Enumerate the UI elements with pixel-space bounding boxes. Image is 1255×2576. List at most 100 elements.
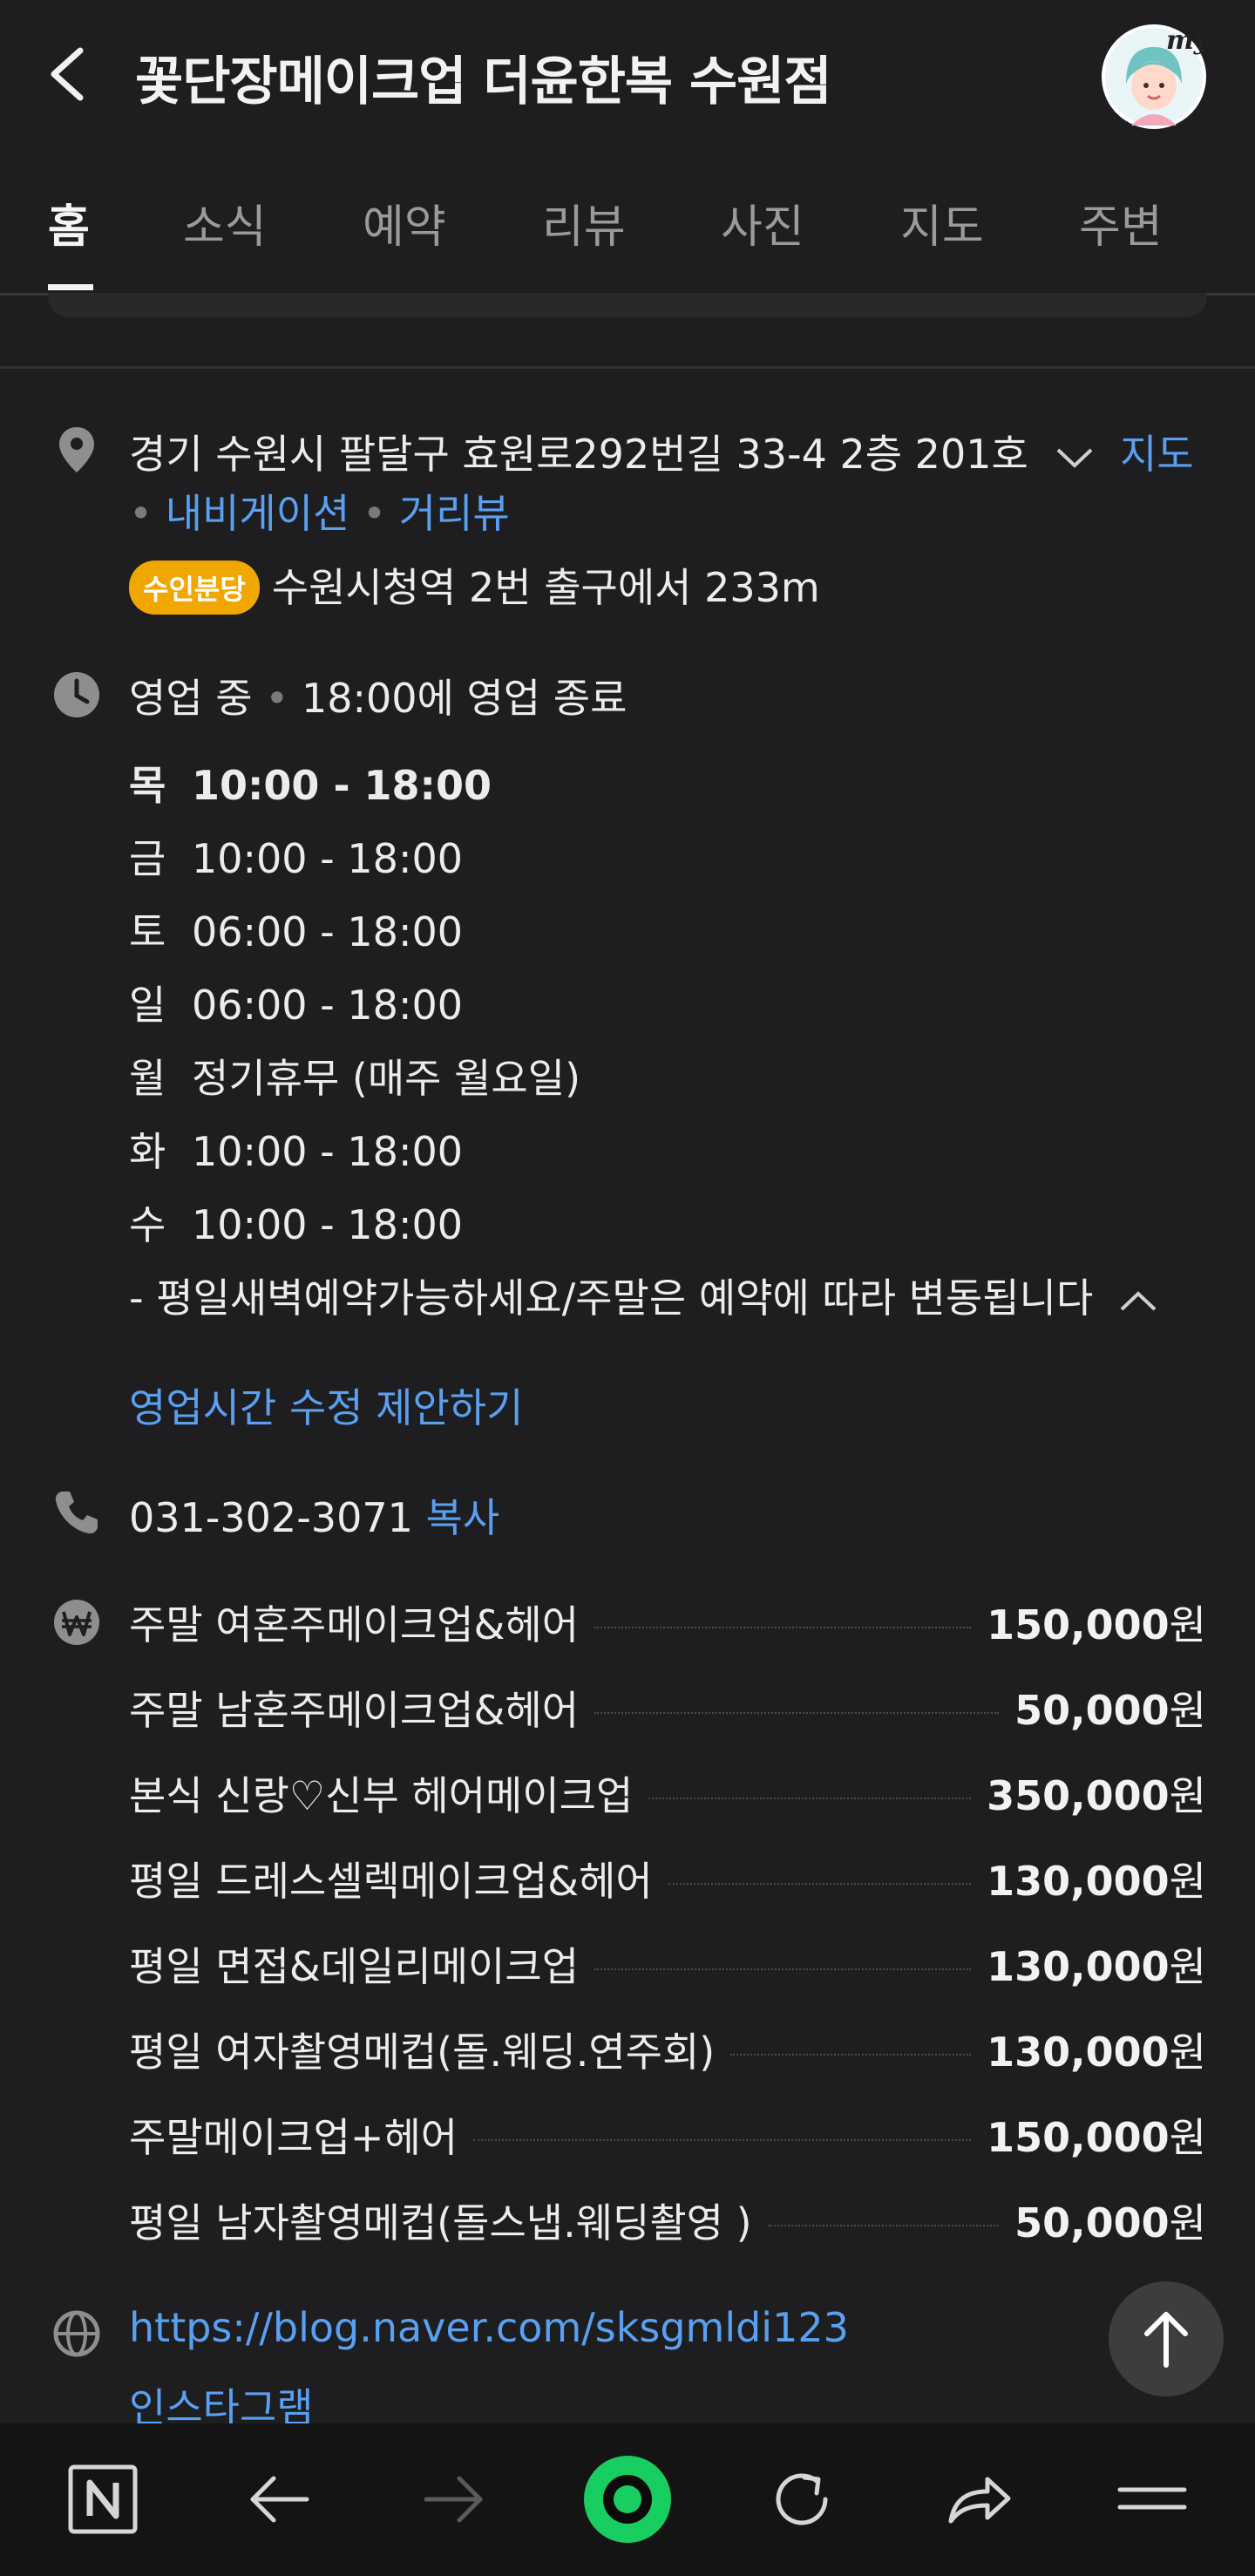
hours-row: 금 10:00 - 18:00 [129, 827, 463, 885]
chevron-down-icon[interactable] [1055, 445, 1095, 471]
address-row: 경기 수원시 팔달구 효원로292번길 33-4 2층 201호 지도 [129, 423, 1194, 480]
menu-item: 평일 남자촬영메컵(돌스냅.웨딩촬영 ) 50,000원 [129, 2192, 1206, 2248]
day-hours: 06:00 - 18:00 [192, 982, 463, 1029]
day-label: 월 [129, 1055, 166, 1102]
dotted-leader [767, 2225, 1000, 2226]
suggest-hours-edit-link[interactable]: 영업시간 수정 제안하기 [129, 1376, 523, 1434]
menu-item-name: 본식 신랑♡신부 헤어메이크업 [129, 1772, 634, 1819]
scroll-to-top-button[interactable] [1109, 2281, 1224, 2396]
subway-line-badge: 수인분당 [129, 560, 260, 615]
menu-item: 평일 면접&데일리메이크업 130,000원 [129, 1936, 1206, 1992]
dotted-leader [648, 1798, 972, 1799]
station-distance: 수원시청역 2번 출구에서 233m [271, 564, 820, 611]
station-row: 수인분당 수원시청역 2번 출구에서 233m [129, 556, 820, 618]
day-label: 일 [129, 982, 166, 1029]
copy-phone-button[interactable]: 복사 [426, 1494, 500, 1541]
tab-map[interactable]: 지도 [900, 190, 984, 255]
menu-item: 주말 남혼주메이크업&헤어 50,000원 [129, 1680, 1206, 1736]
day-label: 수 [129, 1201, 166, 1248]
map-link[interactable]: 지도 [1120, 431, 1194, 478]
menu-item-price: 350,000원 [987, 1772, 1206, 1819]
naver-home-icon[interactable] [64, 2460, 142, 2539]
tab-nearby[interactable]: 주변 [1079, 190, 1163, 255]
menu-item-name: 평일 여자촬영메컵(돌.웨딩.연주회) [129, 2029, 716, 2076]
business-status: 영업 중 [129, 675, 253, 722]
day-label: 토 [129, 908, 166, 955]
my-avatar[interactable]: my [1100, 23, 1208, 131]
menu-item: 평일 여자촬영메컵(돌.웨딩.연주회) 130,000원 [129, 2022, 1206, 2077]
separator-dot: • [129, 490, 153, 537]
menu-item-price: 130,000원 [987, 1858, 1206, 1905]
hours-row: 화 10:00 - 18:00 [129, 1120, 463, 1178]
menu-item-price: 150,000원 [987, 2114, 1206, 2161]
day-label: 화 [129, 1128, 166, 1175]
street-view-link[interactable]: 거리뷰 [399, 490, 510, 537]
menu-item-name: 평일 남자촬영메컵(돌스냅.웨딩촬영 ) [129, 2199, 752, 2246]
refresh-icon[interactable] [763, 2460, 841, 2539]
address-links-row: • 내비게이션 • 거리뷰 [129, 482, 510, 540]
menu-item-price: 130,000원 [987, 2029, 1206, 2076]
separator-dot: • [363, 490, 387, 537]
day-hours: 10:00 - 18:00 [192, 835, 463, 882]
browser-forward-icon [424, 2476, 483, 2523]
menu-item-price: 50,000원 [1014, 1687, 1206, 1734]
browser-bottom-bar [0, 2423, 1255, 2576]
menu-item-name: 주말 남혼주메이크업&헤어 [129, 1687, 580, 1734]
arrow-up-icon [1144, 2312, 1188, 2368]
previous-card-bottom [48, 293, 1207, 317]
section-divider [0, 366, 1255, 369]
green-dot-icon[interactable] [580, 2451, 675, 2547]
phone-row: 031-302-3071 복사 [129, 1486, 499, 1544]
menu-item: 주말메이크업+헤어 150,000원 [129, 2107, 1206, 2163]
menu-icon[interactable] [1113, 2460, 1191, 2539]
menu-item-name: 주말메이크업+헤어 [129, 2114, 458, 2161]
chevron-up-icon[interactable] [1118, 1288, 1158, 1315]
tab-reservation[interactable]: 예약 [363, 190, 446, 255]
day-hours: 10:00 - 18:00 [192, 1128, 463, 1175]
menu-item: 본식 신랑♡신부 헤어메이크업 350,000원 [129, 1765, 1206, 1821]
business-status-row[interactable]: 영업 중 • 18:00에 영업 종료 [129, 667, 627, 724]
hours-row: 토 06:00 - 18:00 [129, 901, 463, 958]
menu-item-price: 130,000원 [987, 1943, 1206, 1990]
menu-item-name: 평일 면접&데일리메이크업 [129, 1943, 580, 1990]
share-icon[interactable] [939, 2460, 1017, 2539]
browser-back-icon[interactable] [241, 2460, 319, 2539]
menu-item-name: 주말 여혼주메이크업&헤어 [129, 1601, 580, 1648]
website-link[interactable]: https://blog.naver.com/sksgmldi123 [129, 2304, 849, 2351]
tab-bar: 홈 소식 예약 리뷰 사진 지도 주변 [0, 157, 1255, 296]
hours-row: 월 정기휴무 (매주 월요일) [129, 1047, 580, 1104]
active-tab-indicator [48, 284, 93, 290]
day-label: 목 [129, 762, 166, 809]
app-header: 꽃단장메이크업 더윤한복 수원점 my [0, 0, 1255, 157]
navigation-link[interactable]: 내비게이션 [166, 490, 350, 537]
hours-row: 일 06:00 - 18:00 [129, 974, 463, 1031]
location-pin-icon [59, 427, 94, 472]
day-label: 금 [129, 835, 166, 882]
menu-item-price: 150,000원 [987, 1601, 1206, 1648]
hours-note: - 평일새벽예약가능하세요/주말은 예약에 따라 변동됩니다 [129, 1274, 1094, 1322]
dotted-leader [473, 2139, 972, 2141]
hours-row: 목 10:00 - 18:00 [129, 754, 492, 812]
back-arrow-icon[interactable] [35, 35, 105, 113]
menu-item: 평일 드레스셀렉메이크업&헤어 130,000원 [129, 1851, 1206, 1907]
won-icon [54, 1600, 99, 1645]
phone-number[interactable]: 031-302-3071 [129, 1494, 413, 1541]
day-hours: 06:00 - 18:00 [192, 908, 463, 955]
tab-photos[interactable]: 사진 [721, 190, 804, 255]
address-text: 경기 수원시 팔달구 효원로292번길 33-4 2층 201호 [129, 431, 1028, 478]
dotted-leader [594, 1712, 1000, 1714]
dotted-leader [594, 1627, 972, 1628]
closing-time: 18:00에 영업 종료 [301, 675, 628, 722]
tab-reviews[interactable]: 리뷰 [542, 190, 626, 255]
day-hours: 10:00 - 18:00 [192, 1201, 463, 1248]
tab-home[interactable]: 홈 [48, 190, 90, 255]
separator-dot: • [265, 675, 289, 722]
dotted-leader [730, 2054, 972, 2056]
tab-news[interactable]: 소식 [183, 190, 267, 255]
globe-icon [53, 2310, 100, 2357]
avatar-badge: my [1166, 25, 1208, 56]
menu-item-price: 50,000원 [1014, 2199, 1206, 2246]
menu-item-name: 평일 드레스셀렉메이크업&헤어 [129, 1858, 653, 1905]
dotted-leader [594, 1968, 972, 1970]
day-hours: 10:00 - 18:00 [192, 762, 492, 809]
